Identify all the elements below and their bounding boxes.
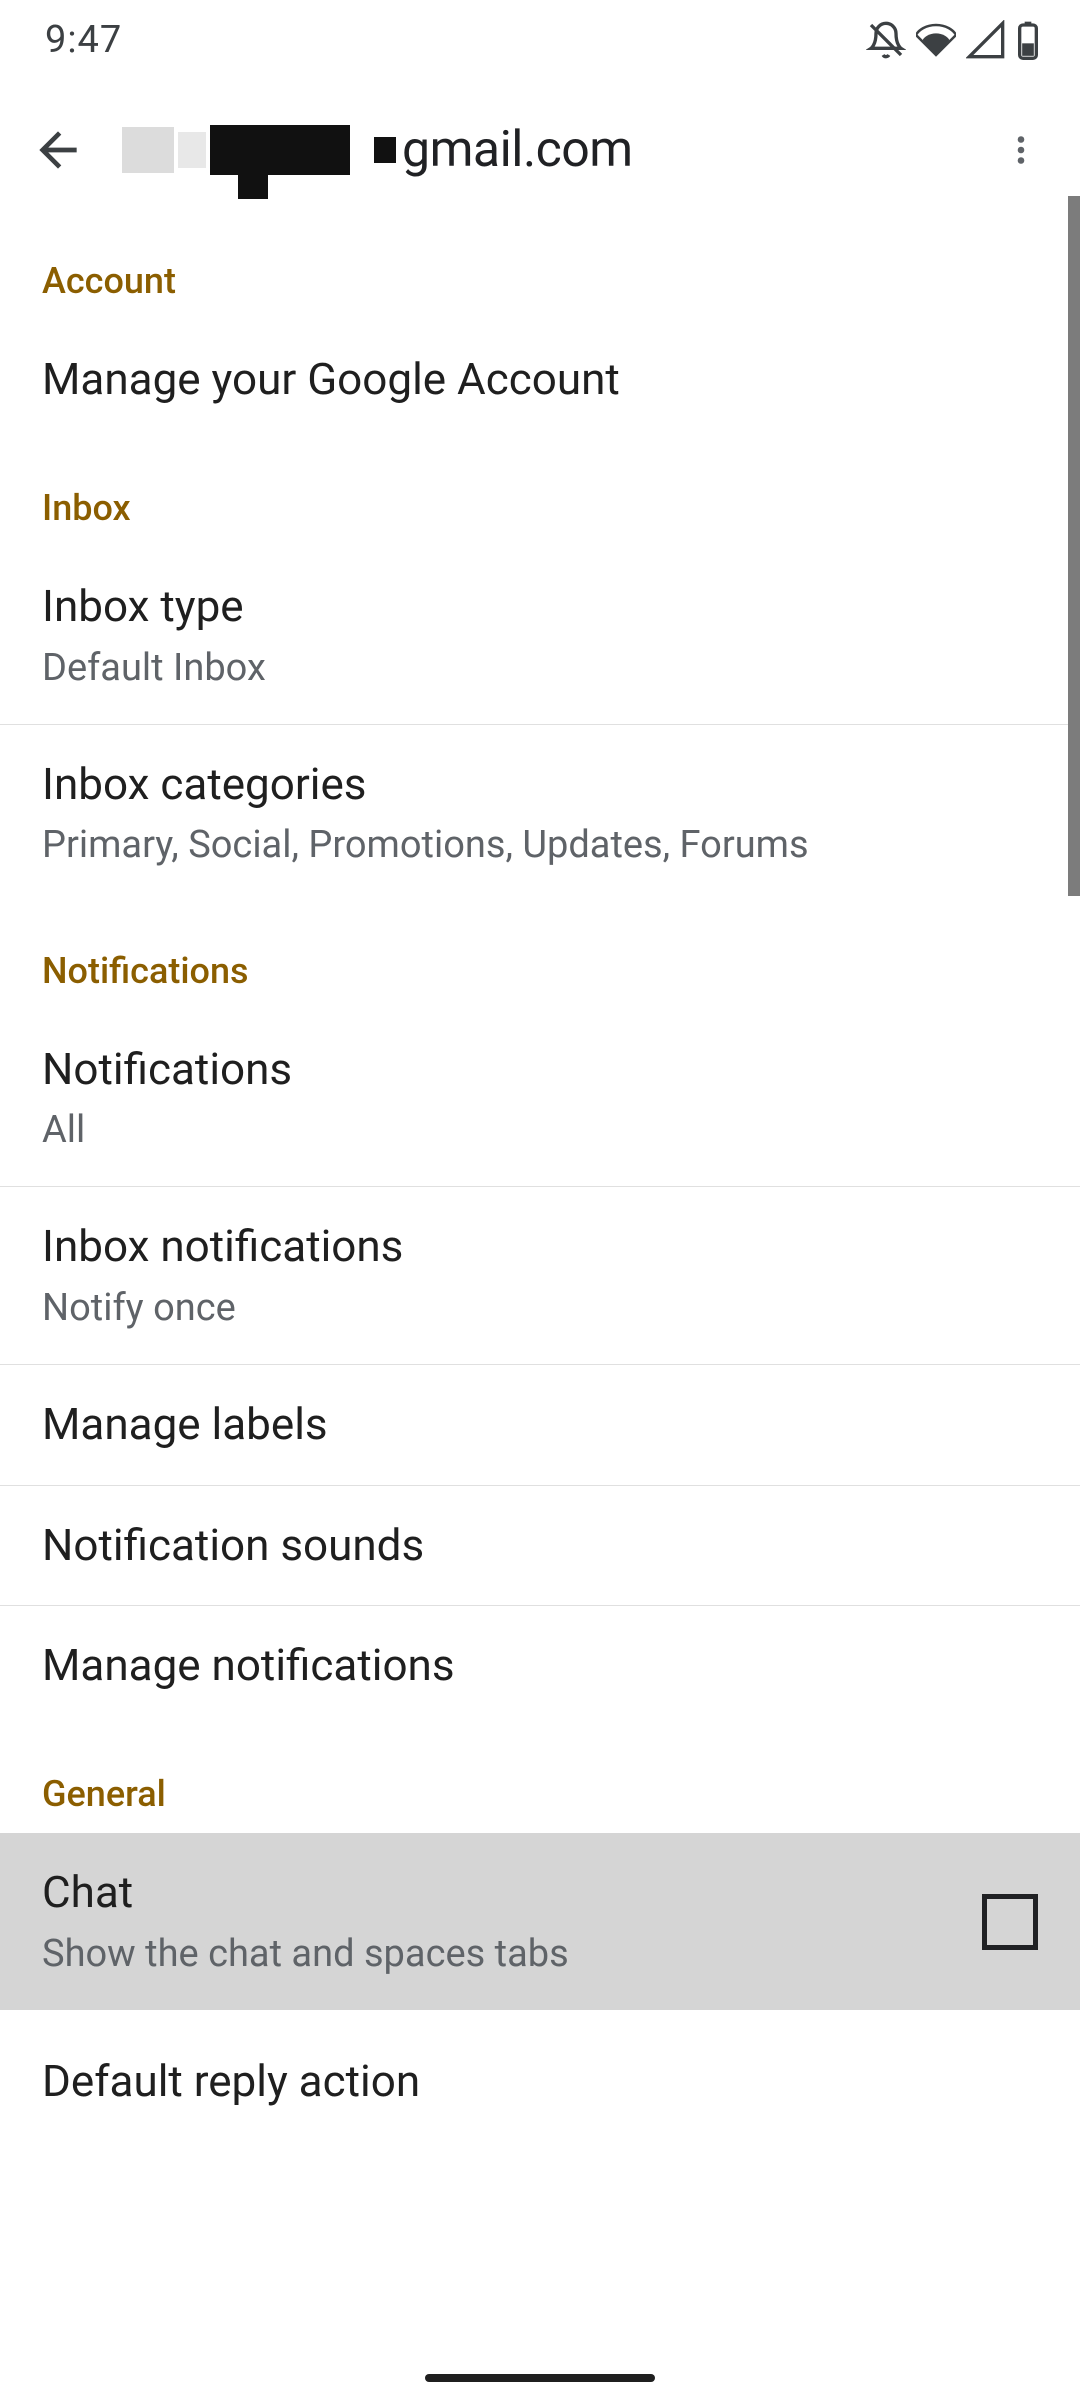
status-bar: 9:47 (0, 0, 1080, 80)
more-vert-icon (1003, 132, 1039, 168)
chat-checkbox[interactable] (982, 1894, 1038, 1950)
row-title: Manage labels (42, 1395, 1038, 1454)
section-header-notifications: Notifications (0, 902, 1080, 1010)
status-time: 9:47 (45, 18, 122, 62)
row-sub: Show the chat and spaces tabs (42, 1929, 954, 1980)
account-email-title: gmail.com (122, 121, 962, 179)
row-title: Chat (42, 1863, 954, 1922)
row-inbox-categories[interactable]: Inbox categories Primary, Social, Promot… (0, 725, 1080, 902)
row-title: Default reply action (42, 2052, 1038, 2111)
row-title: Manage notifications (42, 1636, 1038, 1695)
app-bar: gmail.com (0, 80, 1080, 220)
redacted-block (122, 127, 174, 173)
cell-signal-icon (966, 20, 1006, 60)
scrollbar-indicator[interactable] (1068, 196, 1080, 896)
back-button[interactable] (18, 110, 98, 190)
wifi-icon (916, 20, 956, 60)
row-notifications[interactable]: Notifications All (0, 1010, 1080, 1188)
redacted-block (178, 132, 206, 168)
row-sub: Notify once (42, 1283, 1038, 1334)
section-header-general: General (0, 1725, 1080, 1833)
row-default-reply-action[interactable]: Default reply action (0, 2010, 1080, 2111)
row-title: Notifications (42, 1040, 1038, 1099)
row-manage-google-account[interactable]: Manage your Google Account (0, 320, 1080, 439)
battery-icon (1016, 20, 1040, 60)
more-options-button[interactable] (986, 115, 1056, 185)
settings-content: Account Manage your Google Account Inbox… (0, 220, 1080, 2111)
row-manage-labels[interactable]: Manage labels (0, 1365, 1080, 1485)
section-header-account: Account (0, 220, 1080, 320)
row-title: Inbox notifications (42, 1217, 1038, 1276)
redacted-block (210, 125, 350, 175)
row-inbox-type[interactable]: Inbox type Default Inbox (0, 547, 1080, 725)
row-sub: Default Inbox (42, 643, 1038, 694)
row-sub: All (42, 1105, 1038, 1156)
section-header-inbox: Inbox (0, 439, 1080, 547)
row-title: Notification sounds (42, 1516, 1038, 1575)
navigation-handle[interactable] (425, 2374, 655, 2382)
row-manage-notifications[interactable]: Manage notifications (0, 1606, 1080, 1725)
dnd-icon (866, 20, 906, 60)
redacted-block (374, 137, 396, 163)
email-domain-text: gmail.com (402, 121, 633, 179)
row-title: Manage your Google Account (42, 350, 1038, 409)
row-notification-sounds[interactable]: Notification sounds (0, 1486, 1080, 1606)
row-title: Inbox type (42, 577, 1038, 636)
status-icons (866, 20, 1040, 60)
row-sub: Primary, Social, Promotions, Updates, Fo… (42, 820, 1038, 871)
row-title: Inbox categories (42, 755, 1038, 814)
row-chat[interactable]: Chat Show the chat and spaces tabs (0, 1833, 1080, 2010)
arrow-back-icon (30, 122, 86, 178)
row-inbox-notifications[interactable]: Inbox notifications Notify once (0, 1187, 1080, 1365)
